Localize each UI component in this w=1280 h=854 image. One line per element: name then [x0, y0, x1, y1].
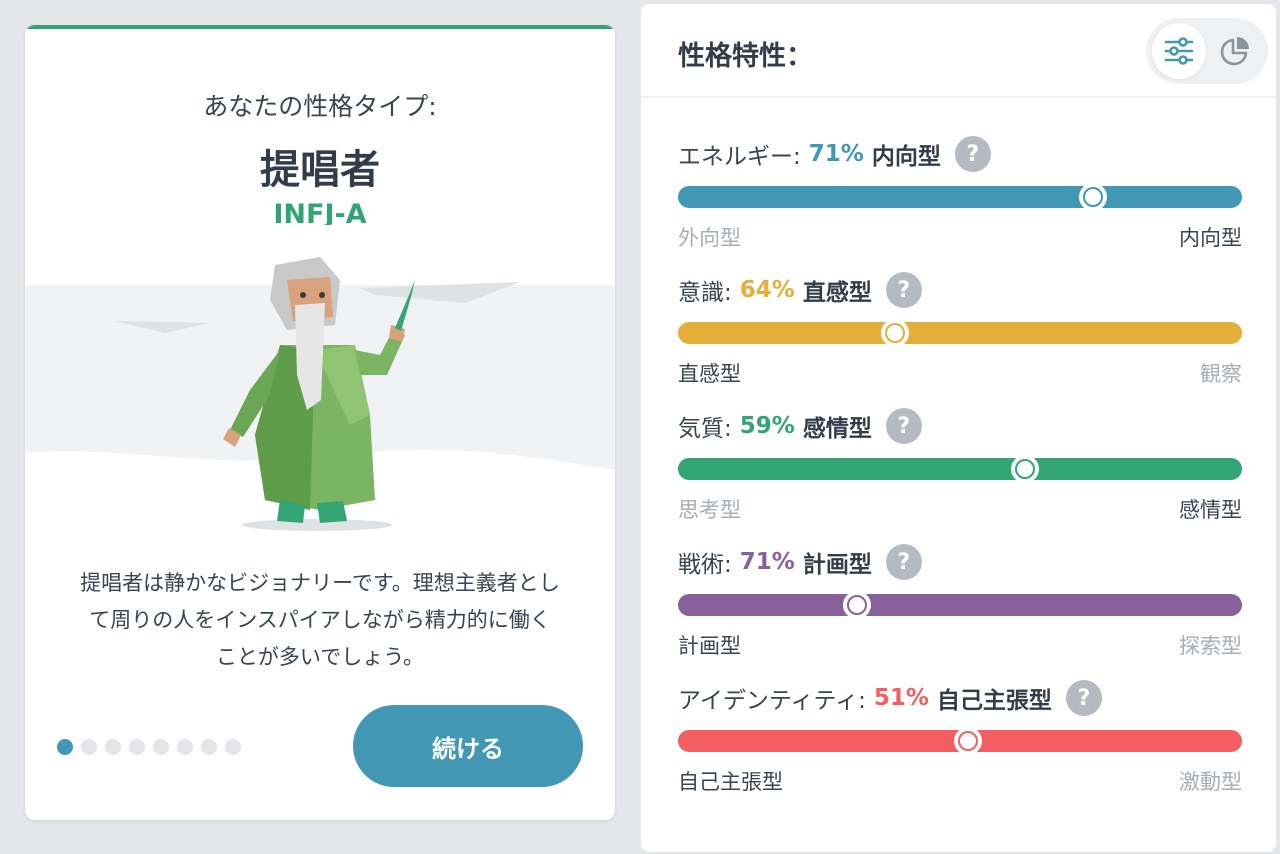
sliders-view-button[interactable] — [1152, 23, 1206, 79]
trait-percent: 71% — [808, 141, 864, 167]
traits-title: 性格特性： — [678, 41, 813, 72]
trait-row: 戦術: 71% 計画型? 計画型 探索型 — [678, 544, 1242, 664]
card-accent-bar — [25, 25, 615, 29]
pager-dot[interactable] — [177, 739, 193, 755]
trait-slider-knob[interactable] — [842, 591, 871, 619]
pager-dot[interactable] — [225, 739, 241, 755]
help-icon[interactable]: ? — [885, 544, 922, 580]
type-description-line: て周りの人をインスパイアしながら精力的に働く — [89, 608, 551, 632]
trait-heading: 戦術: 71% 計画型? — [678, 544, 1242, 580]
trait-poles: 思考型 感情型 — [678, 494, 1242, 524]
trait-poles: 外向型 内向型 — [678, 222, 1242, 252]
trait-heading: 気質: 59% 感情型? — [678, 408, 1242, 444]
trait-percent: 51% — [873, 685, 929, 711]
trait-right-pole: 探索型 — [1179, 634, 1242, 658]
trait-bar[interactable] — [678, 455, 1242, 483]
trait-percent: 64% — [739, 277, 795, 303]
trait-result: 感情型 — [802, 416, 872, 442]
type-intro-label: あなたの性格タイプ: — [203, 92, 437, 121]
trait-label: 戦術: — [678, 552, 732, 578]
traits-header: 性格特性： — [641, 4, 1276, 98]
trait-heading: 意識: 64% 直感型? — [678, 272, 1242, 308]
trait-poles: 計画型 探索型 — [678, 630, 1242, 660]
pie-chart-icon — [1220, 37, 1249, 66]
trait-poles: 自己主張型 激動型 — [678, 766, 1242, 796]
trait-heading: アイデンティティ: 51% 自己主張型? — [678, 680, 1242, 716]
trait-row: エネルギー: 71% 内向型? 外向型 内向型 — [678, 136, 1242, 256]
trait-bar[interactable] — [678, 727, 1242, 755]
personality-type-card: あなたの性格タイプ: 提唱者 INFJ-A 提唱者は静かなビジョナリーです。理想… — [25, 25, 615, 820]
trait-right-pole: 感情型 — [1179, 498, 1242, 522]
trait-label: エネルギー: — [678, 144, 801, 170]
advocate-character-illustration — [25, 225, 615, 555]
pie-view-button[interactable] — [1208, 23, 1262, 79]
pager-dots — [57, 739, 241, 755]
type-name: 提唱者 — [260, 147, 380, 193]
trait-percent: 59% — [739, 413, 795, 439]
view-toggle — [1146, 18, 1268, 84]
trait-label: 意識: — [678, 280, 732, 306]
trait-right-pole: 内向型 — [1179, 226, 1242, 250]
trait-bar[interactable] — [678, 319, 1242, 347]
trait-label: アイデンティティ: — [678, 688, 866, 714]
trait-left-pole: 思考型 — [678, 498, 741, 522]
trait-bar[interactable] — [678, 591, 1242, 619]
trait-slider-knob[interactable] — [881, 319, 910, 347]
help-icon[interactable]: ? — [954, 136, 991, 172]
help-icon[interactable]: ? — [1065, 680, 1102, 716]
trait-row: 気質: 59% 感情型? 思考型 感情型 — [678, 408, 1242, 528]
trait-result: 計画型 — [802, 552, 872, 578]
help-icon[interactable]: ? — [885, 272, 922, 308]
traits-panel: 性格特性： エネルギー: 71% 内向型 ? 外向型 内向型 意識: 64% 直… — [641, 4, 1276, 852]
trait-percent: 71% — [739, 549, 795, 575]
trait-right-pole: 観察 — [1200, 362, 1242, 386]
pager-dot[interactable] — [105, 739, 121, 755]
trait-left-pole: 外向型 — [678, 226, 741, 250]
continue-button[interactable]: 続ける — [353, 705, 583, 787]
pager-dot[interactable] — [81, 739, 97, 755]
trait-left-pole: 直感型 — [678, 362, 741, 386]
type-description-line: 提唱者は静かなビジョナリーです。理想主義者とし — [80, 571, 560, 595]
trait-heading: エネルギー: 71% 内向型? — [678, 136, 1242, 172]
trait-poles: 直感型 観察 — [678, 358, 1242, 388]
trait-result: 内向型 — [871, 144, 941, 170]
trait-slider-knob[interactable] — [954, 727, 983, 755]
trait-left-pole: 自己主張型 — [678, 770, 783, 794]
sliders-icon — [1164, 37, 1194, 65]
type-description-line: ことが多いでしょう。 — [215, 645, 425, 669]
trait-slider-knob[interactable] — [1078, 183, 1107, 211]
trait-result: 自己主張型 — [936, 688, 1052, 714]
pager-dot[interactable] — [129, 739, 145, 755]
trait-label: 気質: — [678, 416, 732, 442]
trait-row: アイデンティティ: 51% 自己主張型? 自己主張型 激動型 — [678, 680, 1242, 800]
trait-slider-knob[interactable] — [1010, 455, 1039, 483]
help-icon[interactable]: ? — [885, 408, 922, 444]
trait-bar[interactable] — [678, 183, 1242, 211]
pager-dot[interactable] — [201, 739, 217, 755]
trait-right-pole: 激動型 — [1179, 770, 1242, 794]
trait-left-pole: 計画型 — [678, 634, 741, 658]
pager-dot[interactable] — [57, 739, 73, 755]
trait-result: 直感型 — [802, 280, 872, 306]
pager-dot[interactable] — [153, 739, 169, 755]
type-description: 提唱者は静かなビジョナリーです。理想主義者とし て周りの人をインスパイアしながら… — [53, 565, 587, 676]
trait-row: 意識: 64% 直感型? 直感型 観察 — [678, 272, 1242, 392]
